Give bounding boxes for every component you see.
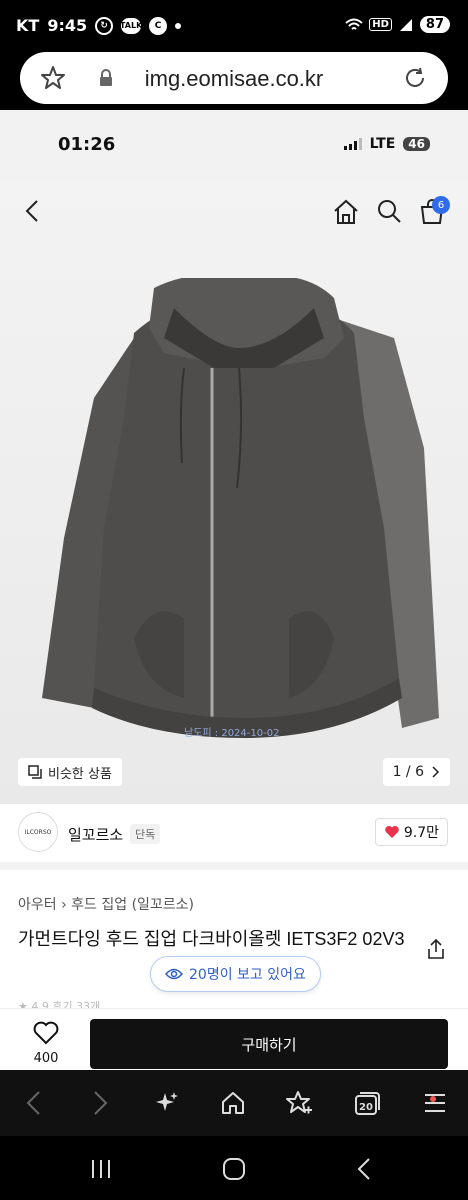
breadcrumb-separator-icon: ›	[61, 897, 72, 913]
ai-sparkle-icon	[156, 1092, 178, 1111]
tabs-button[interactable]: 20	[352, 1088, 382, 1118]
web-page-viewport: 01:26 LTE 46 6 남도피 : 2024-10-02 비슷한 상품 1…	[0, 110, 468, 1070]
sync-icon: ↻	[95, 16, 114, 35]
search-icon[interactable]	[376, 198, 402, 224]
signal-bars-icon	[343, 138, 362, 150]
viewers-text: 20명이 보고 있어요	[189, 967, 306, 983]
wishlist-count: 400	[33, 1051, 59, 1066]
system-status-bar: KT 9:45 ↻ TALK C HD 87	[0, 0, 468, 56]
similar-icon	[28, 765, 42, 779]
back-chevron-icon[interactable]	[20, 198, 46, 224]
screenshot-status-bar: 01:26 LTE 46	[0, 110, 468, 182]
heart-outline-icon	[33, 1021, 59, 1045]
hd-voice-icon: HD	[369, 18, 392, 31]
reload-icon[interactable]	[402, 65, 428, 91]
bookmark-star-icon	[286, 1091, 312, 1114]
seller-name[interactable]: 일꼬르소	[68, 824, 123, 845]
brand-like-button[interactable]: 9.7만	[374, 818, 448, 846]
battery-indicator: 87	[419, 16, 450, 33]
tabs-icon: 20	[355, 1092, 380, 1115]
eye-icon	[165, 968, 183, 980]
cart-count-badge: 6	[432, 196, 450, 214]
wifi-icon	[345, 18, 363, 30]
recent-apps-icon[interactable]	[88, 1156, 114, 1182]
similar-products-button[interactable]: 비슷한 상품	[18, 758, 122, 786]
image-pager-text: 1 / 6	[392, 764, 424, 780]
menu-notification-dot	[430, 1096, 436, 1102]
product-title: 가먼트다잉 후드 집업 다크바이올렛 IETS3F2 02V3	[18, 929, 405, 949]
notification-dot-icon	[175, 22, 182, 29]
android-nav-bar	[0, 1136, 468, 1200]
back-arrow-icon	[26, 1091, 40, 1115]
network-label: LTE	[369, 136, 396, 152]
wishlist-button[interactable]: 400	[26, 1021, 66, 1066]
signal-icon	[399, 18, 412, 31]
address-bar[interactable]: img.eomisae.co.kr	[20, 52, 448, 104]
share-icon[interactable]	[426, 938, 446, 960]
seller-row[interactable]: ILCORSO 일꼬르소 단독 9.7만	[0, 806, 468, 870]
menu-icon	[425, 1094, 445, 1112]
kakaotalk-icon: TALK	[120, 17, 142, 34]
forward-arrow-icon	[94, 1091, 108, 1115]
viewers-pill: 20명이 보고 있어요	[150, 956, 321, 992]
breadcrumb-parent[interactable]: 아우터	[18, 897, 57, 913]
android-home-icon[interactable]	[221, 1156, 247, 1182]
url-text[interactable]: img.eomisae.co.kr	[20, 66, 448, 92]
browser-forward-button[interactable]	[86, 1088, 116, 1118]
exclusive-badge: 단독	[130, 824, 161, 844]
screenshot-battery: 46	[403, 137, 430, 151]
browser-home-button[interactable]	[218, 1088, 248, 1118]
photo-watermark: 남도피 : 2024-10-02	[184, 728, 280, 739]
clock: 9:45	[47, 16, 88, 35]
heart-icon	[385, 826, 399, 838]
ai-assistant-button[interactable]	[152, 1088, 182, 1118]
chevron-right-icon	[432, 766, 440, 778]
android-back-icon[interactable]	[352, 1156, 378, 1182]
image-pager[interactable]: 1 / 6	[382, 758, 450, 786]
similar-products-label: 비슷한 상품	[48, 766, 112, 782]
seller-logo[interactable]: ILCORSO	[18, 812, 58, 852]
product-photo	[42, 278, 439, 738]
buy-button[interactable]: 구매하기	[90, 1019, 448, 1069]
product-image-carousel[interactable]: 6 남도피 : 2024-10-02 비슷한 상품 1 / 6	[0, 182, 468, 804]
c-app-icon: C	[149, 16, 168, 35]
home-outline-icon	[222, 1092, 244, 1114]
purchase-bar: 400 구매하기	[0, 1008, 468, 1070]
breadcrumb-child[interactable]: 후드 집업 (일꼬르소)	[71, 897, 194, 913]
tabs-count: 20	[359, 1102, 373, 1113]
browser-menu-button[interactable]	[420, 1088, 450, 1118]
browser-back-button[interactable]	[18, 1088, 48, 1118]
brand-like-count: 9.7만	[403, 825, 439, 841]
home-icon[interactable]	[332, 198, 360, 226]
screenshot-clock: 01:26	[58, 134, 116, 155]
carrier-label: KT	[16, 16, 40, 35]
breadcrumb: 아우터 › 후드 집업 (일꼬르소)	[18, 894, 194, 914]
bookmarks-button[interactable]	[284, 1088, 314, 1118]
browser-toolbar: 20	[0, 1070, 468, 1136]
